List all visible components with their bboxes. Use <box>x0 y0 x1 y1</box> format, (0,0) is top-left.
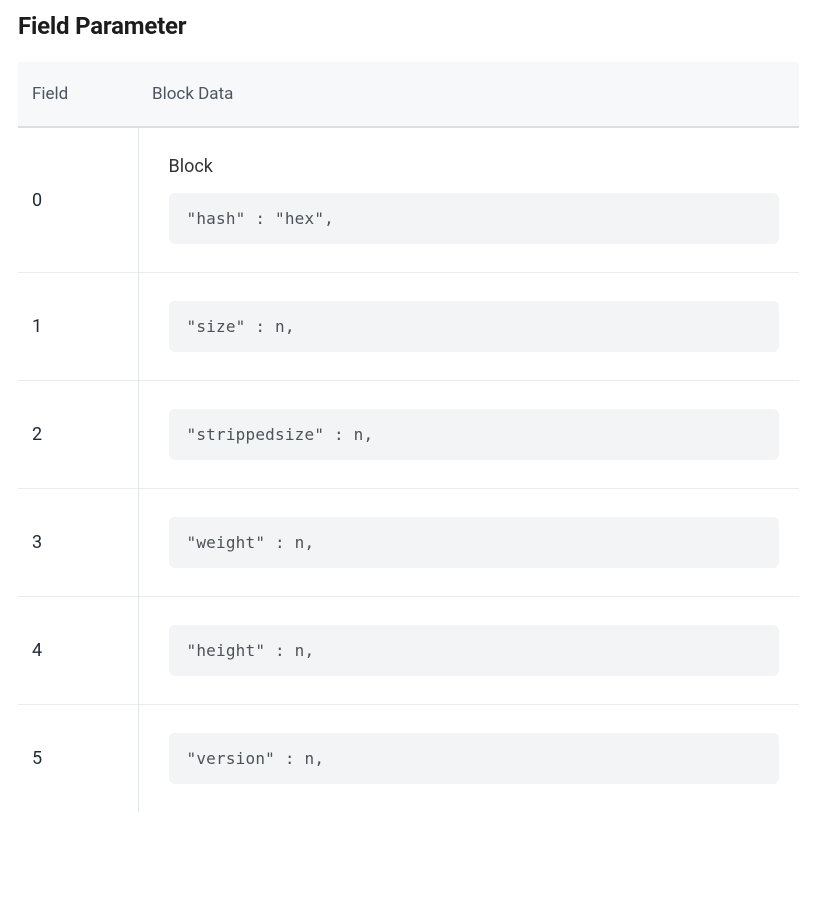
table-row: 5 "version" : n, <box>18 705 799 813</box>
block-data-cell: "strippedsize" : n, <box>138 381 799 489</box>
block-data-cell: "height" : n, <box>138 597 799 705</box>
code-block: "hash" : "hex", <box>169 193 780 244</box>
code-block: "version" : n, <box>169 733 780 784</box>
table-row: 0 Block "hash" : "hex", <box>18 127 799 273</box>
block-data-cell: "size" : n, <box>138 273 799 381</box>
field-index: 4 <box>18 597 138 705</box>
field-parameter-table: Field Block Data 0 Block "hash" : "hex",… <box>18 62 799 812</box>
page-title: Field Parameter <box>18 12 799 40</box>
field-index: 2 <box>18 381 138 489</box>
code-block: "size" : n, <box>169 301 780 352</box>
block-label: Block <box>169 156 780 177</box>
field-index: 5 <box>18 705 138 813</box>
code-block: "height" : n, <box>169 625 780 676</box>
column-header-field: Field <box>18 62 138 127</box>
code-block: "strippedsize" : n, <box>169 409 780 460</box>
table-row: 4 "height" : n, <box>18 597 799 705</box>
table-row: 2 "strippedsize" : n, <box>18 381 799 489</box>
table-row: 1 "size" : n, <box>18 273 799 381</box>
block-data-cell: Block "hash" : "hex", <box>138 127 799 273</box>
code-block: "weight" : n, <box>169 517 780 568</box>
field-index: 3 <box>18 489 138 597</box>
field-index: 1 <box>18 273 138 381</box>
column-header-blockdata: Block Data <box>138 62 799 127</box>
block-data-cell: "weight" : n, <box>138 489 799 597</box>
block-data-cell: "version" : n, <box>138 705 799 813</box>
field-index: 0 <box>18 127 138 273</box>
table-row: 3 "weight" : n, <box>18 489 799 597</box>
